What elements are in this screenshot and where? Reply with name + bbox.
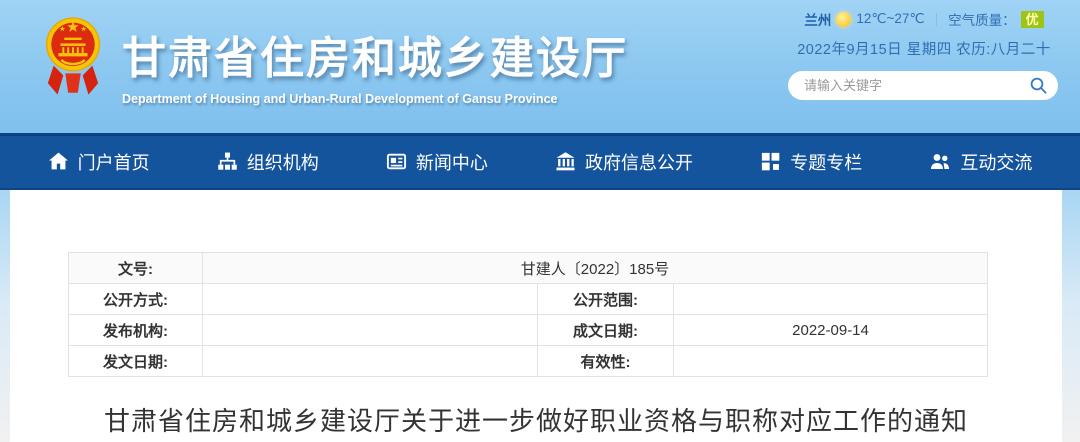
national-emblem-icon <box>44 10 102 102</box>
weather-line: 兰州 12℃~27℃ ｜ 空气质量： 优 <box>788 9 1060 29</box>
org-chart-icon <box>217 151 238 172</box>
header-info-box: 兰州 12℃~27℃ ｜ 空气质量： 优 2022年9月15日 星期四 农历:八… <box>788 9 1060 59</box>
meta-value: 2022-09-14 <box>674 315 988 346</box>
meta-row: 公开方式: 公开范围: <box>69 284 988 315</box>
main-nav: 门户首页 组织机构 新闻中心 政府信息公开 <box>0 133 1080 190</box>
nav-item-interaction[interactable]: 互动交流 <box>929 149 1032 175</box>
search-input[interactable] <box>788 78 1018 93</box>
nav-label: 组织机构 <box>247 149 319 175</box>
home-icon <box>48 151 69 172</box>
meta-label: 有效性: <box>538 346 674 377</box>
nav-label: 政府信息公开 <box>585 149 693 175</box>
article-title: 甘肃省住房和城乡建设厅关于进一步做好职业资格与职称对应工作的通知 <box>10 401 1062 438</box>
air-quality-badge: 优 <box>1021 11 1044 28</box>
meta-label: 公开方式: <box>69 284 203 315</box>
site-title: 甘肃省住房和城乡建设厅 <box>122 22 628 86</box>
meta-value <box>203 284 538 315</box>
search-icon <box>1029 76 1048 95</box>
content-panel: 文号: 甘建人〔2022〕185号 公开方式: 公开范围: 发布机构: 成文日期… <box>10 190 1062 442</box>
meta-row-doc-number: 文号: 甘建人〔2022〕185号 <box>69 253 988 284</box>
grid-icon <box>760 151 781 172</box>
site-subtitle-en: Department of Housing and Urban-Rural De… <box>122 92 628 106</box>
site-logo[interactable]: 甘肃省住房和城乡建设厅 Department of Housing and Ur… <box>44 10 628 106</box>
weather-city: 兰州 <box>804 9 831 29</box>
sun-icon <box>836 12 851 27</box>
nav-item-topics[interactable]: 专题专栏 <box>760 149 862 175</box>
nav-item-home[interactable]: 门户首页 <box>48 149 150 175</box>
meta-label: 成文日期: <box>538 315 674 346</box>
date-line: 2022年9月15日 星期四 农历:八月二十 <box>788 38 1060 59</box>
meta-value <box>674 284 988 315</box>
meta-label: 发布机构: <box>69 315 203 346</box>
meta-value <box>674 346 988 377</box>
nav-label: 门户首页 <box>78 149 150 175</box>
people-icon <box>929 151 951 172</box>
nav-item-gov-info[interactable]: 政府信息公开 <box>555 149 693 175</box>
site-header: 甘肃省住房和城乡建设厅 Department of Housing and Ur… <box>0 0 1080 133</box>
meta-row: 发布机构: 成文日期: 2022-09-14 <box>69 315 988 346</box>
nav-label: 专题专栏 <box>790 149 862 175</box>
air-quality-label: 空气质量： <box>948 9 1016 29</box>
meta-label-doc-number: 文号: <box>69 253 203 284</box>
meta-value <box>203 315 538 346</box>
document-meta-table: 文号: 甘建人〔2022〕185号 公开方式: 公开范围: 发布机构: 成文日期… <box>68 252 988 377</box>
meta-row: 发文日期: 有效性: <box>69 346 988 377</box>
gov-building-icon <box>555 151 576 172</box>
search-box <box>788 71 1058 100</box>
page-body: 文号: 甘建人〔2022〕185号 公开方式: 公开范围: 发布机构: 成文日期… <box>0 190 1080 442</box>
meta-label: 公开范围: <box>538 284 674 315</box>
nav-label: 互动交流 <box>960 149 1032 175</box>
nav-item-news[interactable]: 新闻中心 <box>386 149 488 175</box>
nav-item-organization[interactable]: 组织机构 <box>217 149 319 175</box>
weather-temperature: 12℃~27℃ <box>856 11 924 27</box>
weather-divider: ｜ <box>930 9 944 29</box>
search-button[interactable] <box>1018 71 1058 100</box>
meta-label: 发文日期: <box>69 346 203 377</box>
meta-value-doc-number: 甘建人〔2022〕185号 <box>203 253 988 284</box>
news-icon <box>386 151 407 172</box>
nav-label: 新闻中心 <box>416 149 488 175</box>
meta-value <box>203 346 538 377</box>
